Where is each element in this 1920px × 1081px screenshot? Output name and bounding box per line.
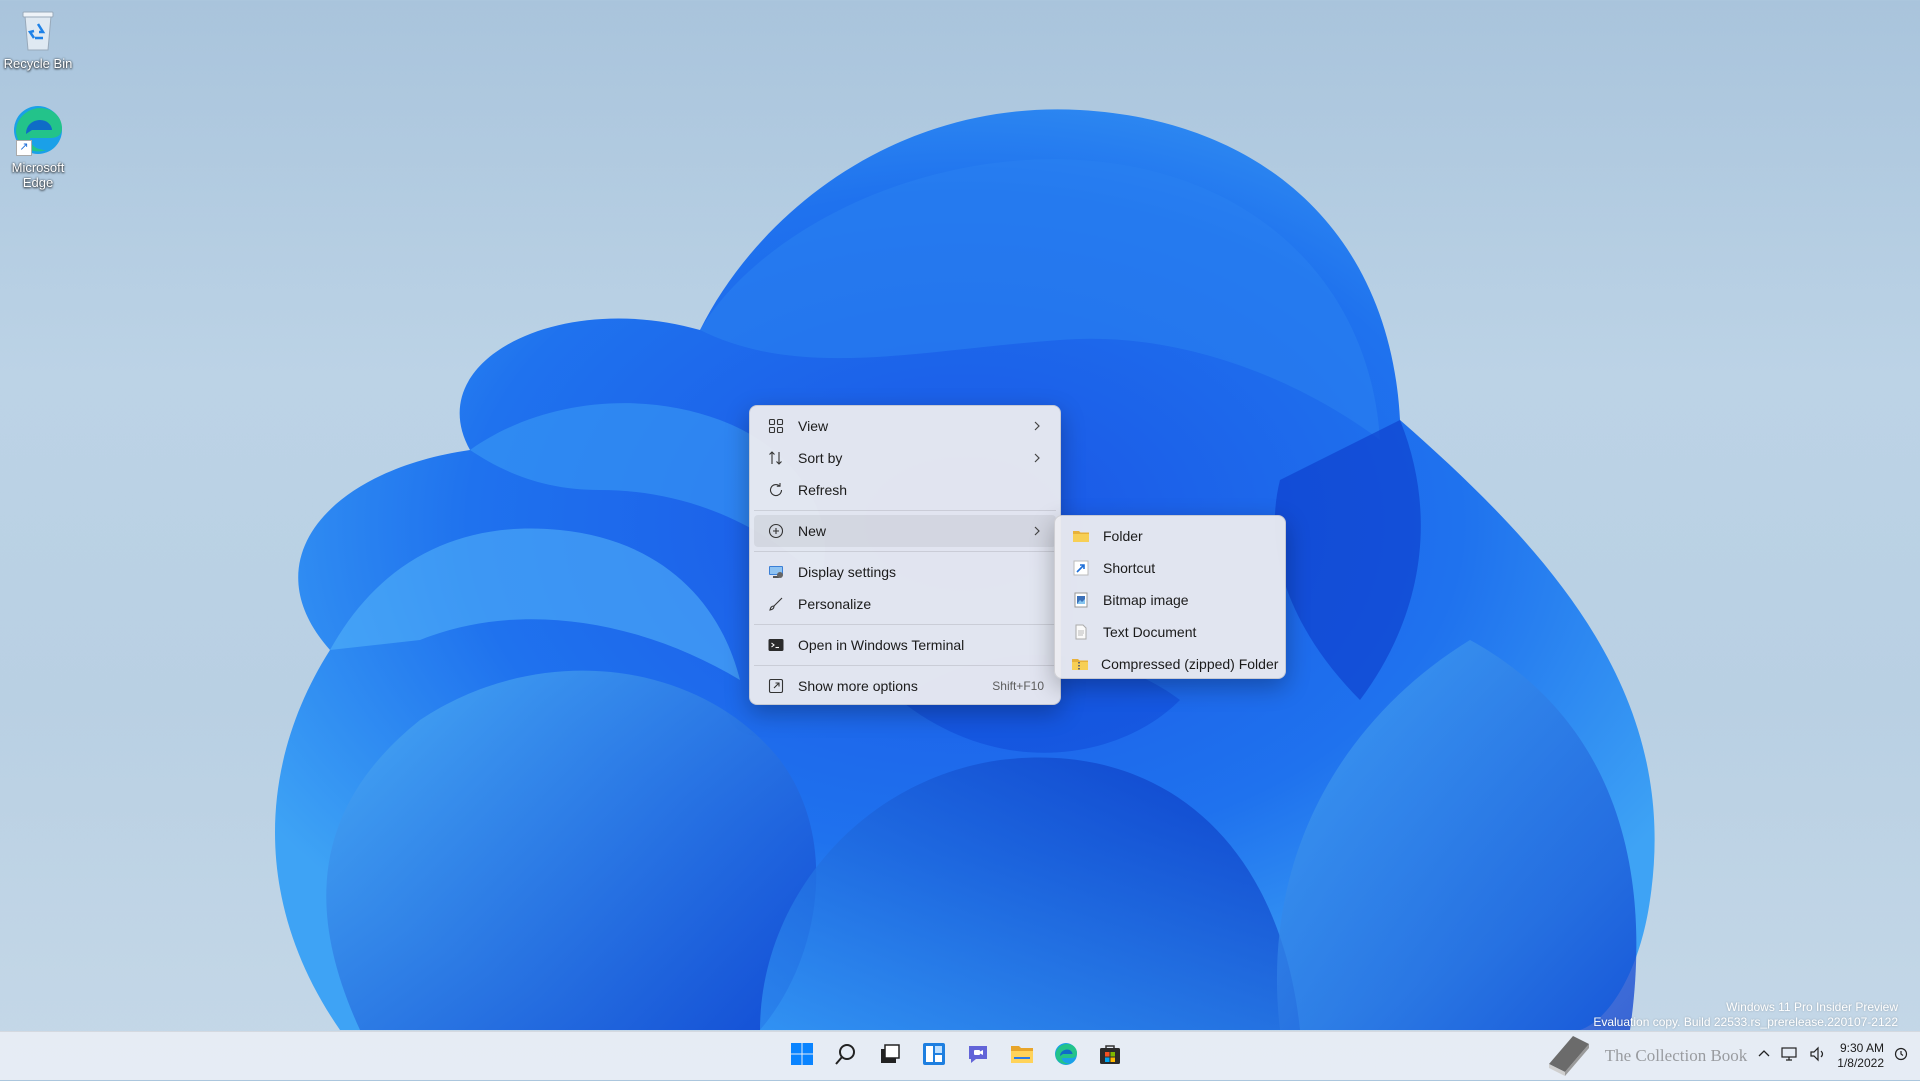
menu-item-refresh[interactable]: Refresh: [754, 474, 1056, 506]
taskbar: The Collection Book 9:30 AM 1/8/2022: [0, 1031, 1920, 1080]
taskbar-apps: [782, 1032, 1130, 1080]
file-explorer-button[interactable]: [1002, 1036, 1042, 1076]
new-submenu: Folder Shortcut Bitmap image Text Docume…: [1054, 515, 1286, 679]
system-tray: The Collection Book 9:30 AM 1/8/2022: [1543, 1032, 1908, 1080]
zip-folder-icon: [1071, 654, 1089, 674]
menu-item-show-more-options[interactable]: Show more options Shift+F10: [754, 670, 1056, 702]
search-icon: [834, 1042, 858, 1071]
terminal-icon: [766, 635, 786, 655]
menu-item-open-terminal[interactable]: Open in Windows Terminal: [754, 629, 1056, 661]
widgets-button[interactable]: [914, 1036, 954, 1076]
more-options-icon: [766, 676, 786, 696]
volume-icon[interactable]: [1809, 1046, 1827, 1067]
task-view-icon: [878, 1042, 902, 1071]
chevron-right-icon: [1030, 419, 1044, 433]
notification-icon[interactable]: [1894, 1047, 1908, 1066]
clock-date: 1/8/2022: [1837, 1056, 1884, 1070]
search-button[interactable]: [826, 1036, 866, 1076]
sort-icon: [766, 448, 786, 468]
menu-item-label: Personalize: [798, 596, 872, 612]
chat-icon: [966, 1042, 990, 1071]
menu-separator: [754, 551, 1056, 552]
overlay-watermark-text: The Collection Book: [1604, 1046, 1748, 1065]
chevron-up-icon[interactable]: [1757, 1047, 1771, 1066]
folder-icon: [1071, 526, 1091, 546]
recycle-bin-desktop-icon[interactable]: Recycle Bin: [0, 8, 83, 71]
submenu-item-shortcut[interactable]: Shortcut: [1059, 552, 1281, 584]
menu-item-label: Sort by: [798, 450, 843, 466]
chevron-right-icon: [1030, 524, 1044, 538]
shortcut-hint: Shift+F10: [992, 679, 1044, 693]
shortcut-icon: [1071, 558, 1091, 578]
clock[interactable]: 9:30 AM 1/8/2022: [1837, 1041, 1884, 1071]
view-grid-icon: [766, 416, 786, 436]
submenu-item-label: Bitmap image: [1103, 592, 1189, 608]
menu-item-label: Show more options: [798, 678, 918, 694]
watermark-line-1: Windows 11 Pro Insider Preview: [1726, 1000, 1898, 1014]
chevron-right-icon: [1030, 451, 1044, 465]
menu-item-sort-by[interactable]: Sort by: [754, 442, 1056, 474]
refresh-icon: [766, 480, 786, 500]
edge-icon: ↗: [12, 104, 64, 156]
submenu-item-label: Shortcut: [1103, 560, 1156, 576]
store-button[interactable]: [1090, 1036, 1130, 1076]
submenu-item-label: Compressed (zipped) Folder: [1101, 656, 1279, 672]
network-icon[interactable]: [1781, 1046, 1799, 1067]
menu-item-personalize[interactable]: Personalize: [754, 588, 1056, 620]
recycle-bin-label: Recycle Bin: [3, 56, 73, 71]
menu-item-new[interactable]: New: [754, 515, 1056, 547]
edge-label: Microsoft Edge: [11, 160, 65, 190]
chat-button[interactable]: [958, 1036, 998, 1076]
menu-separator: [754, 665, 1056, 666]
bitmap-image-icon: [1071, 590, 1091, 610]
menu-item-label: Refresh: [798, 482, 848, 498]
widgets-icon: [922, 1042, 946, 1071]
submenu-item-bitmap-image[interactable]: Bitmap image: [1059, 584, 1281, 616]
menu-item-label: New: [798, 523, 827, 539]
watermark-line-2: Evaluation copy. Build 22533.rs_prerelea…: [1593, 1015, 1898, 1029]
personalize-brush-icon: [766, 594, 786, 614]
edge-desktop-icon[interactable]: ↗ Microsoft Edge: [0, 104, 83, 190]
submenu-item-compressed-folder[interactable]: Compressed (zipped) Folder: [1059, 648, 1281, 680]
evaluation-watermark: Windows 11 Pro Insider Preview Evaluatio…: [1593, 1000, 1898, 1030]
display-settings-icon: [766, 562, 786, 582]
new-plus-icon: [766, 521, 786, 541]
submenu-item-label: Folder: [1103, 528, 1143, 544]
submenu-item-text-document[interactable]: Text Document: [1059, 616, 1281, 648]
start-button[interactable]: [782, 1036, 822, 1076]
menu-item-label: Open in Windows Terminal: [798, 637, 965, 653]
menu-separator: [754, 510, 1056, 511]
menu-item-display-settings[interactable]: Display settings: [754, 556, 1056, 588]
text-document-icon: [1071, 622, 1091, 642]
book-watermark-icon: [1543, 1032, 1595, 1081]
recycle-bin-icon: [19, 8, 57, 52]
clock-time: 9:30 AM: [1839, 1041, 1884, 1055]
store-icon: [1098, 1042, 1122, 1071]
edge-taskbar-button[interactable]: [1046, 1036, 1086, 1076]
desktop-context-menu: View Sort by Refresh New Display setting…: [749, 405, 1061, 705]
start-icon: [790, 1042, 814, 1071]
submenu-item-folder[interactable]: Folder: [1059, 520, 1281, 552]
submenu-item-label: Text Document: [1103, 624, 1197, 640]
menu-item-label: View: [798, 418, 829, 434]
edge-icon: [1054, 1042, 1078, 1071]
menu-separator: [754, 624, 1056, 625]
task-view-button[interactable]: [870, 1036, 910, 1076]
menu-item-label: Display settings: [798, 564, 897, 580]
menu-item-view[interactable]: View: [754, 410, 1056, 442]
file-explorer-icon: [1010, 1042, 1034, 1071]
